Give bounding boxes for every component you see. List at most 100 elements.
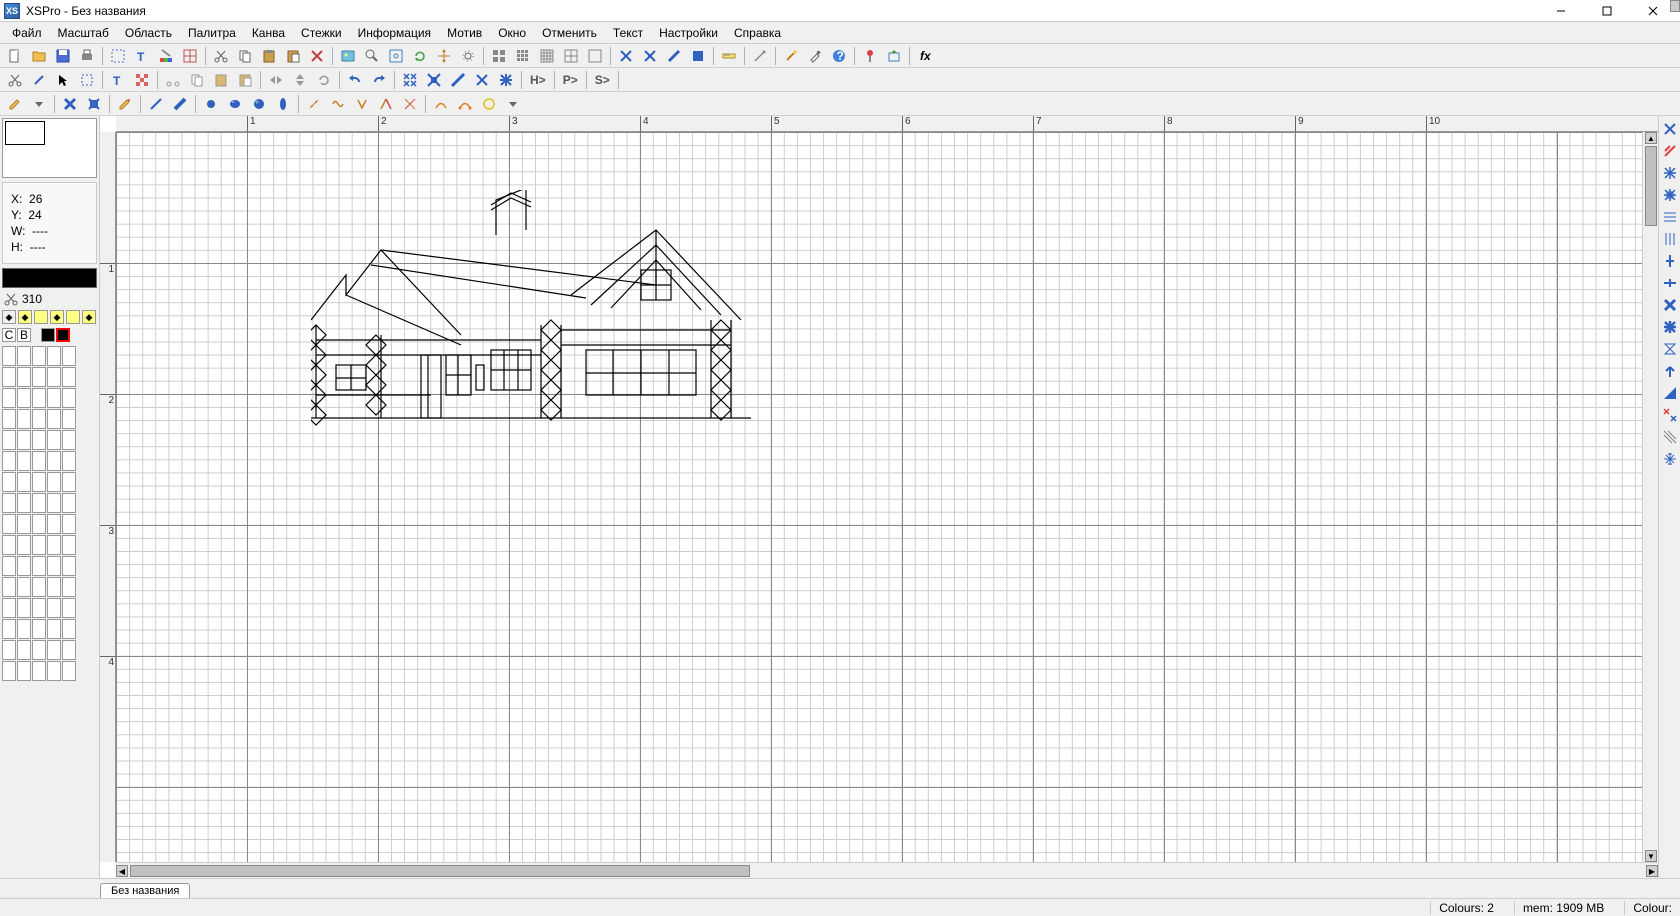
scroll-up-arrow[interactable]: ▲	[1645, 132, 1657, 144]
menu-info[interactable]: Информация	[350, 24, 439, 42]
stitch-full-button[interactable]	[687, 45, 709, 67]
palette-cell[interactable]	[47, 661, 61, 681]
palette-cell[interactable]	[47, 577, 61, 597]
palette-cell[interactable]	[62, 346, 76, 366]
palette-cell[interactable]	[2, 409, 16, 429]
palette-cell[interactable]	[2, 514, 16, 534]
s-mode-button[interactable]: S>	[591, 73, 614, 87]
palette-cell[interactable]	[2, 535, 16, 555]
palette-cell[interactable]	[47, 472, 61, 492]
image-button[interactable]	[337, 45, 359, 67]
backstitch-button[interactable]	[145, 93, 167, 115]
circle-outline-button[interactable]	[478, 93, 500, 115]
grid-large-button[interactable]	[488, 45, 510, 67]
stitch-cross-b-button[interactable]	[639, 45, 661, 67]
copy-button[interactable]	[234, 45, 256, 67]
scissors-button[interactable]	[4, 69, 26, 91]
color-brush-button[interactable]	[155, 45, 177, 67]
paste2-button[interactable]	[210, 69, 232, 91]
bead-button[interactable]	[224, 93, 246, 115]
export-button[interactable]	[883, 45, 905, 67]
palette-cell[interactable]	[32, 640, 46, 660]
palette-cell[interactable]	[32, 430, 46, 450]
r-stitch-up[interactable]	[1661, 362, 1679, 380]
r-stitch-vplus[interactable]	[1661, 252, 1679, 270]
stitch3-button[interactable]	[447, 69, 469, 91]
menu-palette[interactable]: Палитра	[180, 24, 244, 42]
text2-button[interactable]: T	[107, 69, 129, 91]
grid-tool-button[interactable]	[179, 45, 201, 67]
r-stitch-diagpair[interactable]	[1661, 142, 1679, 160]
help-button[interactable]: ?	[828, 45, 850, 67]
ruler-toggle-button[interactable]	[718, 45, 740, 67]
scroll-right-arrow[interactable]: ▶	[1646, 865, 1658, 877]
palette-cell[interactable]	[2, 556, 16, 576]
cross-outline-button[interactable]	[83, 93, 105, 115]
palette-cell[interactable]	[32, 535, 46, 555]
palette-cell[interactable]	[2, 472, 16, 492]
stitch-diag-button[interactable]	[663, 45, 685, 67]
stitch-type-1[interactable]: ◆	[2, 310, 16, 324]
palette-cell[interactable]	[62, 409, 76, 429]
palette-cell[interactable]	[17, 556, 31, 576]
palette-cell[interactable]	[62, 514, 76, 534]
r-stitch-hourglass[interactable]	[1661, 340, 1679, 358]
scroll-thumb-h[interactable]	[130, 865, 750, 877]
pencil2-button[interactable]	[114, 93, 136, 115]
stitch-cross-a-button[interactable]	[615, 45, 637, 67]
palette-cell[interactable]	[62, 388, 76, 408]
palette-cell[interactable]	[62, 640, 76, 660]
menu-help[interactable]: Справка	[726, 24, 789, 42]
palette-cell[interactable]	[2, 430, 16, 450]
zoom-button[interactable]	[361, 45, 383, 67]
palette-cell[interactable]	[62, 577, 76, 597]
scrollbar-horizontal[interactable]: ◀ ▶	[116, 862, 1658, 878]
stitch4-button[interactable]	[471, 69, 493, 91]
palette-cell[interactable]	[32, 577, 46, 597]
palette-cell[interactable]	[32, 493, 46, 513]
menu-window[interactable]: Окно	[490, 24, 534, 42]
rotate-button[interactable]	[313, 69, 335, 91]
cut-button[interactable]	[210, 45, 232, 67]
palette-cell[interactable]	[47, 430, 61, 450]
palette-scroll-indicator[interactable]	[1670, 0, 1680, 12]
drop2-button[interactable]	[502, 93, 524, 115]
backstitch-thick-button[interactable]	[169, 93, 191, 115]
r-stitch-rows[interactable]	[1661, 208, 1679, 226]
scroll-thumb-v[interactable]	[1645, 146, 1657, 226]
palette-cell[interactable]	[47, 556, 61, 576]
stitch-type-4[interactable]: ◆	[50, 310, 64, 324]
save-button[interactable]	[52, 45, 74, 67]
palette-cell[interactable]	[32, 514, 46, 534]
palette-cell[interactable]	[62, 598, 76, 618]
current-color-swatch[interactable]	[2, 268, 97, 288]
text-tool-button[interactable]: T	[131, 45, 153, 67]
copy2-button[interactable]	[186, 69, 208, 91]
palette-cell[interactable]	[32, 388, 46, 408]
grid-small-button[interactable]	[536, 45, 558, 67]
special1-button[interactable]	[303, 93, 325, 115]
transform-button[interactable]	[433, 45, 455, 67]
palette-cell[interactable]	[47, 493, 61, 513]
palette-cell[interactable]	[62, 535, 76, 555]
palette-cell[interactable]	[2, 577, 16, 597]
paste2b-button[interactable]	[234, 69, 256, 91]
function-button[interactable]: fx	[914, 45, 936, 67]
stitch5-button[interactable]	[495, 69, 517, 91]
palette-cell[interactable]	[32, 346, 46, 366]
menu-file[interactable]: Файл	[4, 24, 50, 42]
r-stitch-bold1[interactable]	[1661, 296, 1679, 314]
maximize-button[interactable]	[1584, 0, 1630, 22]
zoom-fit-button[interactable]	[385, 45, 407, 67]
palette-cell[interactable]	[17, 661, 31, 681]
palette-cell[interactable]	[62, 619, 76, 639]
palette-cell[interactable]	[32, 661, 46, 681]
pencil-button[interactable]	[4, 93, 26, 115]
palette-cell[interactable]	[17, 472, 31, 492]
palette-cell[interactable]	[32, 367, 46, 387]
curve1-button[interactable]	[430, 93, 452, 115]
menu-stitches[interactable]: Стежки	[293, 24, 350, 42]
palette-cell[interactable]	[2, 598, 16, 618]
palette-cell[interactable]	[32, 472, 46, 492]
palette-cell[interactable]	[17, 535, 31, 555]
